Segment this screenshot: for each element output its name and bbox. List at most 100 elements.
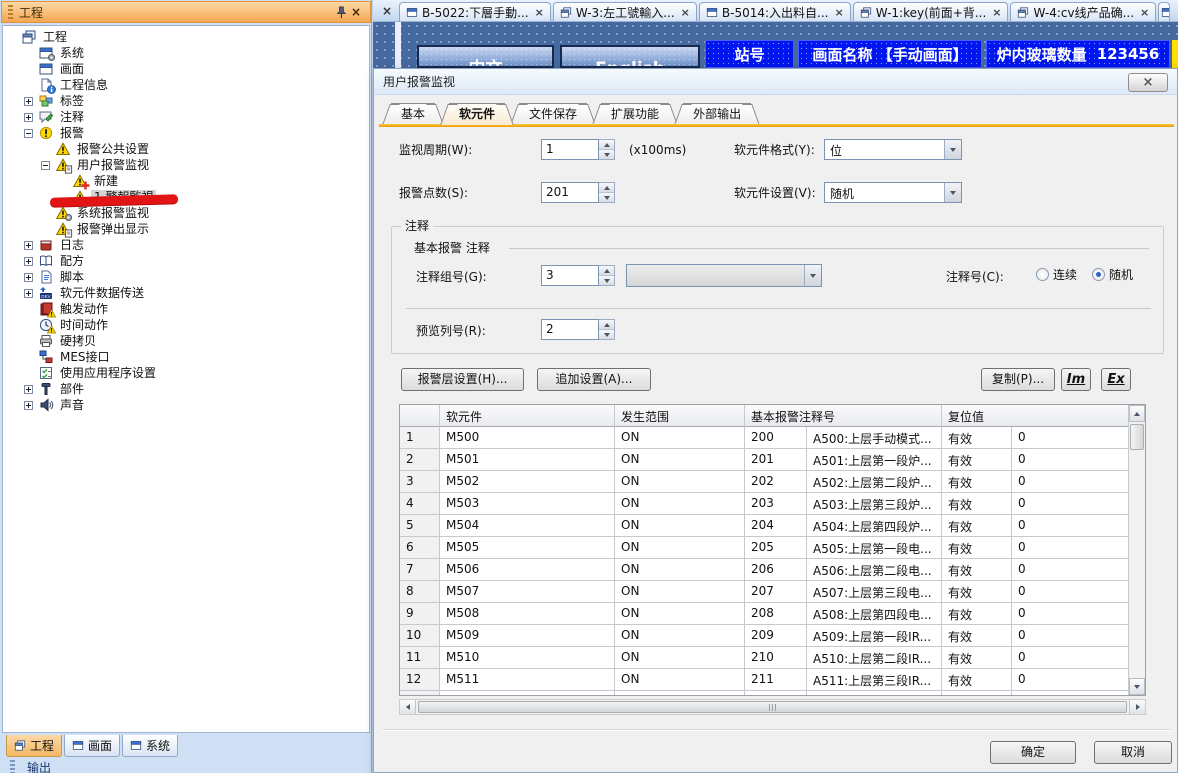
spin-up-icon[interactable] [599,320,614,329]
reset-cell[interactable]: 有效 [942,515,1012,537]
alarm-layer-settings-button[interactable]: 报警层设置(H)... [401,368,524,391]
import-button[interactable]: Im [1061,368,1091,391]
export-button[interactable]: Ex [1101,368,1131,391]
reset-cell[interactable]: 有效 [942,581,1012,603]
range-cell[interactable]: ON [615,625,745,647]
tree-item-screen[interactable]: 画面 [5,61,369,77]
tree-item-hardcopy[interactable]: 硬拷贝 [5,333,369,349]
radio-continuous[interactable]: 连续 [1036,266,1077,284]
tree-item-comment[interactable]: 注释 [5,109,369,125]
collapse-icon[interactable] [24,129,33,138]
hmi-button-english[interactable]: English [560,45,700,68]
scroll-up-icon[interactable] [1129,405,1145,422]
reset-value-cell[interactable]: 0 [1012,493,1130,515]
tree-item-alarm-common[interactable]: 报警公共设置 [5,141,369,157]
comment-cell[interactable]: A503:上层第三段炉... [807,493,942,515]
comment-cell[interactable]: A509:上层第一段IR... [807,625,942,647]
range-cell[interactable]: ON [615,581,745,603]
close-icon[interactable]: × [681,6,690,19]
comment-cell[interactable]: A500:上层手动模式... [807,427,942,449]
comment-cell[interactable]: A508:上层第四段电... [807,603,942,625]
range-cell[interactable]: ON [615,537,745,559]
close-icon[interactable]: × [535,6,544,19]
reset-value-cell[interactable]: 0 [1012,537,1130,559]
range-cell[interactable]: ON [615,669,745,691]
device-cell[interactable]: M500 [440,427,615,449]
reset-cell[interactable]: 有效 [942,625,1012,647]
range-cell[interactable]: ON [615,493,745,515]
tab-close-icon[interactable]: × [379,2,395,20]
tree-item-project[interactable]: 工程 [5,29,369,45]
scroll-left-icon[interactable] [400,700,416,714]
range-cell[interactable]: ON [615,603,745,625]
reset-value-cell[interactable]: 0 [1012,669,1130,691]
reset-value-cell[interactable]: 0 [1012,647,1130,669]
comment-cell[interactable]: A502:上层第二段炉... [807,471,942,493]
pin-icon[interactable] [332,4,348,20]
device-format-select[interactable]: 位 [824,139,962,160]
device-setting-select[interactable]: 随机 [824,182,962,203]
radio-selected-icon[interactable] [1092,268,1105,281]
device-cell[interactable]: M509 [440,625,615,647]
device-cell[interactable]: M504 [440,515,615,537]
reset-value-cell[interactable]: 0 [1012,449,1130,471]
radio-random[interactable]: 随机 [1092,266,1133,284]
comment-group-select[interactable] [626,264,822,287]
comment-cell[interactable]: A506:上层第二段电... [807,559,942,581]
chevron-down-icon[interactable] [944,140,961,159]
tree-item-sound[interactable]: 声音 [5,397,369,413]
horizontal-scrollbar[interactable] [399,699,1146,715]
tree-item-mes[interactable]: MES接口 [5,349,369,365]
expander-icon[interactable] [24,273,33,282]
doc-tab-w1[interactable]: W-1:key(前面+背... × [853,2,1009,21]
range-cell[interactable]: ON [615,647,745,669]
comment-no-cell[interactable]: 200 [745,427,807,449]
tree-item-system-alarm-monitor[interactable]: 系统报警监视 [5,205,369,221]
scroll-down-icon[interactable] [1129,678,1145,695]
tab-extended[interactable]: 扩展功能 [601,103,669,125]
tree-item-system[interactable]: 系统 [5,45,369,61]
reset-value-cell[interactable]: 0 [1012,471,1130,493]
tree-item-project-info[interactable]: 工程信息 [5,77,369,93]
reset-cell[interactable]: 有效 [942,449,1012,471]
tree-item-alarm-popup[interactable]: 报警弹出显示 [5,221,369,237]
ok-button[interactable]: 确定 [990,741,1076,764]
spin-down-icon[interactable] [599,329,614,339]
preview-col-spinner[interactable]: 2 [541,319,615,340]
doc-tab-b5014[interactable]: B-5014:入出料自... × [699,2,851,21]
expander-icon[interactable] [24,401,33,410]
spin-down-icon[interactable] [599,275,614,285]
comment-no-cell[interactable]: 205 [745,537,807,559]
device-cell[interactable]: M511 [440,669,615,691]
tree-item-user-alarm-monitor[interactable]: 用户报警监视 [5,157,369,173]
range-cell[interactable]: ON [615,427,745,449]
scrollbar-thumb[interactable] [418,701,1127,713]
close-icon[interactable]: × [1140,6,1149,19]
range-cell[interactable]: ON [615,515,745,537]
comment-no-cell[interactable]: 202 [745,471,807,493]
reset-value-cell[interactable]: 0 [1012,625,1130,647]
device-cell[interactable]: M502 [440,471,615,493]
comment-no-cell[interactable]: 208 [745,603,807,625]
device-cell[interactable]: M508 [440,603,615,625]
expander-icon[interactable] [24,241,33,250]
dock-tab-project[interactable]: 工程 [6,735,62,757]
reset-cell[interactable]: 有效 [942,647,1012,669]
doc-tab-w3[interactable]: W-3:左工號輸入... × [553,2,697,21]
close-icon[interactable]: × [834,6,843,19]
expander-icon[interactable] [24,385,33,394]
reset-value-cell[interactable]: 0 [1012,581,1130,603]
comment-no-cell[interactable]: 207 [745,581,807,603]
comment-no-cell[interactable]: 203 [745,493,807,515]
points-spinner[interactable]: 201 [541,182,615,203]
spin-up-icon[interactable] [599,266,614,275]
tree-item-log[interactable]: 日志 [5,237,369,253]
tree-item-script[interactable]: 脚本 [5,269,369,285]
reset-value-cell[interactable]: 0 [1012,559,1130,581]
tab-device[interactable]: 软元件 [449,103,505,125]
spin-down-icon[interactable] [599,149,614,159]
tree-item-alarm[interactable]: 报警 [5,125,369,141]
doc-tab-b5022[interactable]: B-5022:下層手動... × [399,2,551,21]
tree-item-parts[interactable]: 部件 [5,381,369,397]
dialog-close-button[interactable]: × [1128,73,1168,92]
